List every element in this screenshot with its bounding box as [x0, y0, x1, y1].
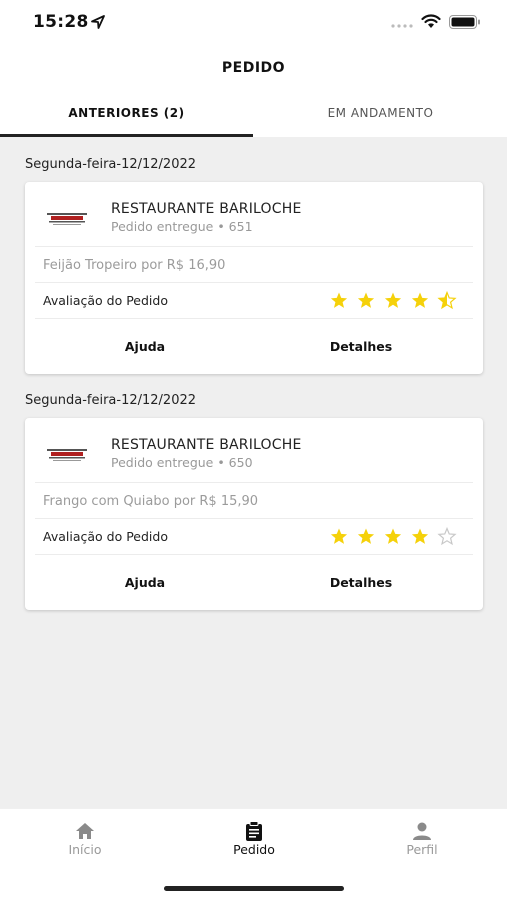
location-arrow-icon	[91, 15, 105, 29]
signal-icon	[391, 24, 413, 28]
restaurant-logo	[47, 449, 87, 461]
nav-label: Perfil	[406, 842, 438, 857]
star-filled-icon[interactable]	[411, 528, 429, 544]
orders-list: Segunda-feira-12/12/2022 RESTAURANTE BAR…	[0, 137, 507, 808]
star-filled-icon[interactable]	[357, 292, 375, 308]
details-button[interactable]: Detalhes	[301, 575, 421, 590]
bottom-nav: Início Pedido Perfil	[0, 808, 507, 868]
order-date: Segunda-feira-12/12/2022	[25, 157, 197, 172]
star-filled-icon[interactable]	[357, 528, 375, 544]
restaurant-logo	[47, 213, 87, 225]
rating-stars[interactable]	[330, 527, 465, 547]
order-status: Pedido entregue • 651	[111, 219, 253, 234]
divider	[35, 282, 473, 283]
tab-em-andamento[interactable]: EM ANDAMENTO	[254, 91, 507, 137]
star-empty-icon[interactable]	[437, 527, 457, 546]
star-filled-icon[interactable]	[384, 528, 402, 544]
rating-stars[interactable]	[330, 291, 465, 311]
help-button[interactable]: Ajuda	[85, 339, 205, 354]
order-card[interactable]: RESTAURANTE BARILOCHE Pedido entregue • …	[25, 182, 483, 374]
restaurant-name: RESTAURANTE BARILOCHE	[111, 437, 302, 453]
tabs: ANTERIORES (2) EM ANDAMENTO	[0, 91, 507, 137]
star-filled-icon[interactable]	[384, 292, 402, 308]
divider	[35, 482, 473, 483]
divider	[35, 518, 473, 519]
star-filled-icon[interactable]	[330, 292, 348, 308]
order-card[interactable]: RESTAURANTE BARILOCHE Pedido entregue • …	[25, 418, 483, 610]
nav-label: Início	[68, 842, 102, 857]
rating-label: Avaliação do Pedido	[43, 293, 168, 308]
status-time: 15:28	[33, 12, 89, 32]
status-bar: 15:28	[0, 0, 507, 46]
nav-item-inicio[interactable]: Início	[35, 821, 135, 857]
clipboard-icon	[246, 821, 262, 841]
person-icon	[413, 822, 431, 840]
home-indicator[interactable]	[164, 886, 344, 891]
header: PEDIDO	[0, 46, 507, 91]
star-filled-icon[interactable]	[411, 292, 429, 308]
battery-icon	[449, 15, 480, 29]
wifi-icon	[421, 14, 441, 28]
order-item: Feijão Tropeiro por R$ 16,90	[43, 258, 226, 273]
order-date: Segunda-feira-12/12/2022	[25, 393, 197, 408]
nav-label: Pedido	[233, 842, 275, 857]
help-button[interactable]: Ajuda	[85, 575, 205, 590]
nav-item-perfil[interactable]: Perfil	[372, 821, 472, 857]
divider	[35, 246, 473, 247]
restaurant-name: RESTAURANTE BARILOCHE	[111, 201, 302, 217]
rating-label: Avaliação do Pedido	[43, 529, 168, 544]
home-indicator-area	[0, 868, 507, 900]
star-filled-icon[interactable]	[330, 528, 348, 544]
divider	[35, 318, 473, 319]
divider	[35, 554, 473, 555]
home-icon	[76, 823, 94, 839]
tab-anteriores[interactable]: ANTERIORES (2)	[0, 91, 253, 137]
order-item: Frango com Quiabo por R$ 15,90	[43, 494, 259, 509]
order-status: Pedido entregue • 650	[111, 455, 253, 470]
star-half-icon[interactable]	[437, 291, 457, 310]
page-title: PEDIDO	[221, 60, 286, 76]
details-button[interactable]: Detalhes	[301, 339, 421, 354]
nav-item-pedido[interactable]: Pedido	[204, 821, 304, 857]
